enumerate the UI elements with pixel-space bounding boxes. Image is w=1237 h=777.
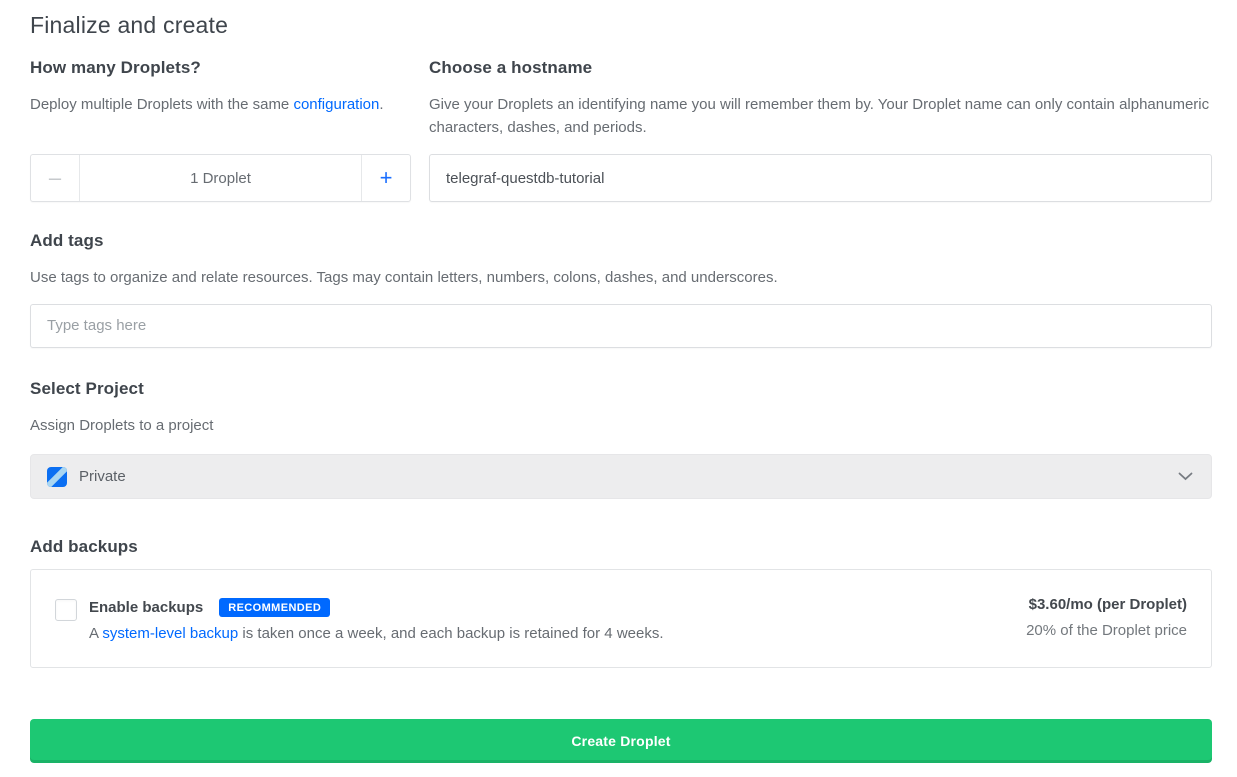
droplet-count-heading: How many Droplets? [30, 58, 411, 78]
tags-section: Add tags Use tags to organize and relate… [30, 231, 1212, 348]
backups-heading: Add backups [30, 537, 1212, 557]
create-droplet-button[interactable]: Create Droplet [30, 719, 1212, 763]
hostname-description: Give your Droplets an identifying name y… [429, 94, 1212, 139]
backups-description: A system-level backup is taken once a we… [89, 625, 664, 642]
project-description: Assign Droplets to a project [30, 415, 1212, 438]
project-heading: Select Project [30, 379, 1212, 399]
plus-icon: + [380, 165, 393, 190]
enable-backups-label: Enable backups [89, 599, 203, 616]
enable-backups-checkbox[interactable] [55, 599, 77, 621]
backups-card: Enable backups RECOMMENDED A system-leve… [30, 569, 1212, 668]
droplet-count-description: Deploy multiple Droplets with the same c… [30, 94, 411, 117]
tags-description: Use tags to organize and relate resource… [30, 267, 1212, 290]
minus-icon: – [49, 165, 61, 190]
configuration-link[interactable]: configuration [293, 96, 379, 113]
chevron-down-icon [1178, 472, 1193, 481]
droplet-count-value: 1 Droplet [79, 155, 362, 201]
increment-button[interactable]: + [362, 155, 410, 201]
backups-description-prefix: A [89, 625, 102, 642]
finalize-and-create-page: Finalize and create How many Droplets? D… [30, 0, 1212, 763]
recommended-badge: RECOMMENDED [219, 598, 330, 617]
hostname-heading: Choose a hostname [429, 58, 1212, 78]
droplet-count-section: How many Droplets? Deploy multiple Dropl… [30, 58, 411, 202]
system-level-backup-link[interactable]: system-level backup [102, 625, 238, 642]
hostname-input[interactable] [429, 154, 1212, 202]
project-section: Select Project Assign Droplets to a proj… [30, 379, 1212, 500]
project-select[interactable]: Private [30, 454, 1212, 499]
tags-input[interactable] [30, 304, 1212, 348]
tags-heading: Add tags [30, 231, 1212, 251]
hostname-section: Choose a hostname Give your Droplets an … [429, 58, 1212, 202]
top-row: How many Droplets? Deploy multiple Dropl… [30, 58, 1212, 202]
backups-pricing: $3.60/mo (per Droplet) 20% of the Drople… [1026, 596, 1187, 639]
project-selected-label: Private [79, 468, 126, 485]
droplet-count-stepper: – 1 Droplet + [30, 154, 411, 202]
backups-main: Enable backups RECOMMENDED A system-leve… [89, 591, 664, 642]
droplet-count-description-text: Deploy multiple Droplets with the same [30, 96, 293, 113]
backups-price: $3.60/mo (per Droplet) [1026, 596, 1187, 613]
backups-price-note: 20% of the Droplet price [1026, 622, 1187, 639]
project-icon [47, 467, 67, 487]
backups-label-row: Enable backups RECOMMENDED [89, 598, 664, 617]
droplet-count-description-period: . [379, 96, 383, 113]
backups-description-suffix: is taken once a week, and each backup is… [238, 625, 663, 642]
page-title: Finalize and create [30, 0, 1212, 39]
decrement-button[interactable]: – [31, 155, 79, 201]
backups-section: Add backups Enable backups RECOMMENDED A… [30, 537, 1212, 668]
